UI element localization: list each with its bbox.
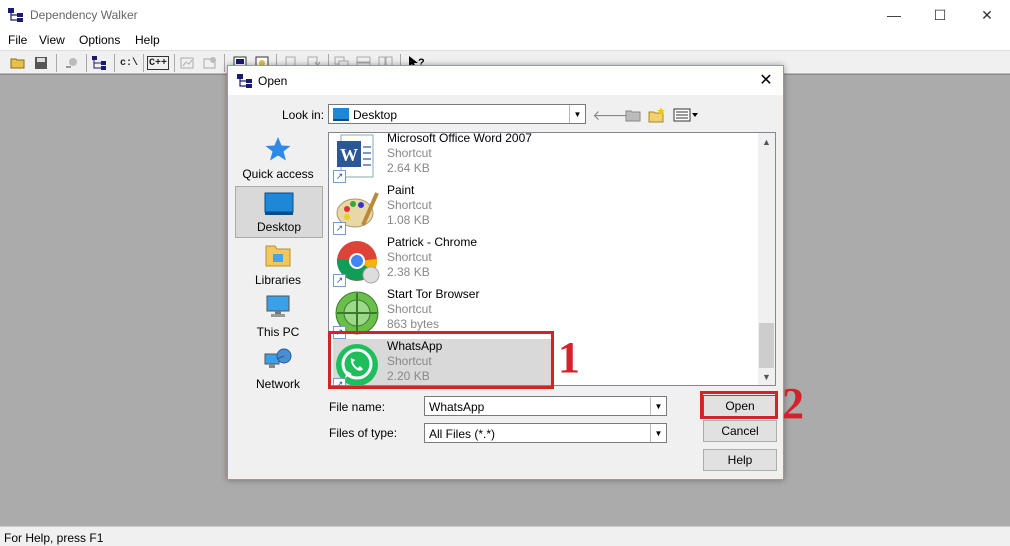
find-icon[interactable]	[62, 54, 82, 72]
look-in-value: Desktop	[353, 108, 398, 122]
annotation-number-1: 1	[558, 333, 580, 382]
menu-bar: File View Options Help	[0, 30, 1010, 50]
file-name-combo[interactable]: WhatsApp ▼	[424, 396, 667, 416]
graph-icon[interactable]	[178, 54, 198, 72]
back-arrow-icon[interactable]: 🡐	[592, 105, 630, 125]
dialog-close-button[interactable]: ✕	[757, 71, 775, 89]
file-name-label: File name:	[329, 400, 386, 414]
open-folder-icon[interactable]	[8, 54, 28, 72]
properties-icon[interactable]	[200, 54, 220, 72]
dialog-title: Open	[258, 74, 288, 88]
place-libraries[interactable]: Libraries	[235, 238, 323, 290]
list-item[interactable]: ↗ Patrick - Chrome Shortcut 2.38 KB	[333, 235, 753, 287]
chevron-down-icon[interactable]: ▼	[650, 397, 666, 415]
view-menu-icon[interactable]	[672, 105, 700, 125]
file-name-value: WhatsApp	[429, 400, 485, 414]
help-button[interactable]: Help	[703, 449, 777, 471]
place-desktop[interactable]: Desktop	[235, 186, 323, 238]
minimize-button[interactable]: —	[871, 0, 917, 30]
svg-text:W: W	[340, 145, 358, 165]
menu-view[interactable]: View	[39, 33, 65, 47]
shortcut-overlay-icon: ↗	[333, 274, 346, 287]
libraries-icon	[265, 245, 291, 267]
undecorate-cpp-button[interactable]: C++	[147, 56, 169, 70]
full-paths-button[interactable]: c:\	[118, 54, 140, 72]
cancel-button[interactable]: Cancel	[703, 420, 777, 442]
menu-file[interactable]: File	[8, 33, 27, 47]
places-bar: Quick access Desktop Libraries This PC N…	[235, 132, 323, 392]
look-in-label: Look in:	[282, 108, 325, 122]
dependency-walker-icon	[237, 74, 252, 88]
chevron-up-icon[interactable]: ▲	[758, 133, 775, 150]
file-list-scrollbar[interactable]: ▲ ▼	[758, 133, 775, 385]
chevron-down-icon[interactable]: ▼	[650, 424, 666, 442]
window-title: Dependency Walker	[30, 8, 138, 22]
chevron-down-icon[interactable]: ▼	[758, 368, 775, 385]
annotation-box-2	[700, 391, 778, 419]
shortcut-overlay-icon: ↗	[333, 222, 346, 235]
files-of-type-value: All Files (*.*)	[429, 427, 496, 441]
close-button[interactable]: ✕	[964, 0, 1010, 30]
new-folder-icon[interactable]	[646, 105, 668, 125]
annotation-box-1	[328, 331, 554, 389]
shortcut-overlay-icon: ↗	[333, 170, 346, 183]
dialog-title-bar: Open ✕	[228, 66, 783, 95]
list-item[interactable]: ↗ Paint Shortcut 1.08 KB	[333, 183, 753, 235]
dependency-walker-icon	[8, 8, 23, 22]
list-item[interactable]: W ↗ Microsoft Office Word 2007 Shortcut …	[333, 133, 753, 183]
desktop-small-icon	[333, 108, 349, 121]
computer-icon	[266, 295, 290, 317]
menu-help[interactable]: Help	[135, 33, 160, 47]
menu-options[interactable]: Options	[79, 33, 120, 47]
title-bar: Dependency Walker — ☐ ✕	[0, 0, 1010, 30]
status-text: For Help, press F1	[4, 531, 104, 545]
status-bar: For Help, press F1	[0, 526, 1010, 546]
annotation-number-2: 2	[782, 379, 804, 428]
tree-icon[interactable]	[90, 54, 110, 72]
files-of-type-label: Files of type:	[329, 426, 398, 440]
maximize-button[interactable]: ☐	[917, 0, 963, 30]
scrollbar-thumb[interactable]	[759, 323, 774, 368]
place-network[interactable]: Network	[235, 342, 323, 394]
up-folder-icon[interactable]	[622, 105, 644, 125]
star-icon	[265, 137, 291, 161]
files-of-type-combo[interactable]: All Files (*.*) ▼	[424, 423, 667, 443]
place-this-pc[interactable]: This PC	[235, 290, 323, 342]
place-quick-access[interactable]: Quick access	[235, 132, 323, 184]
desktop-icon	[264, 192, 294, 215]
chevron-down-icon[interactable]: ▼	[569, 105, 585, 123]
save-icon[interactable]	[31, 54, 51, 72]
network-icon	[264, 348, 292, 368]
look-in-combo[interactable]: Desktop ▼	[328, 104, 586, 124]
open-dialog: Open ✕ Look in: Desktop ▼ 🡐 Quick access	[227, 65, 804, 480]
